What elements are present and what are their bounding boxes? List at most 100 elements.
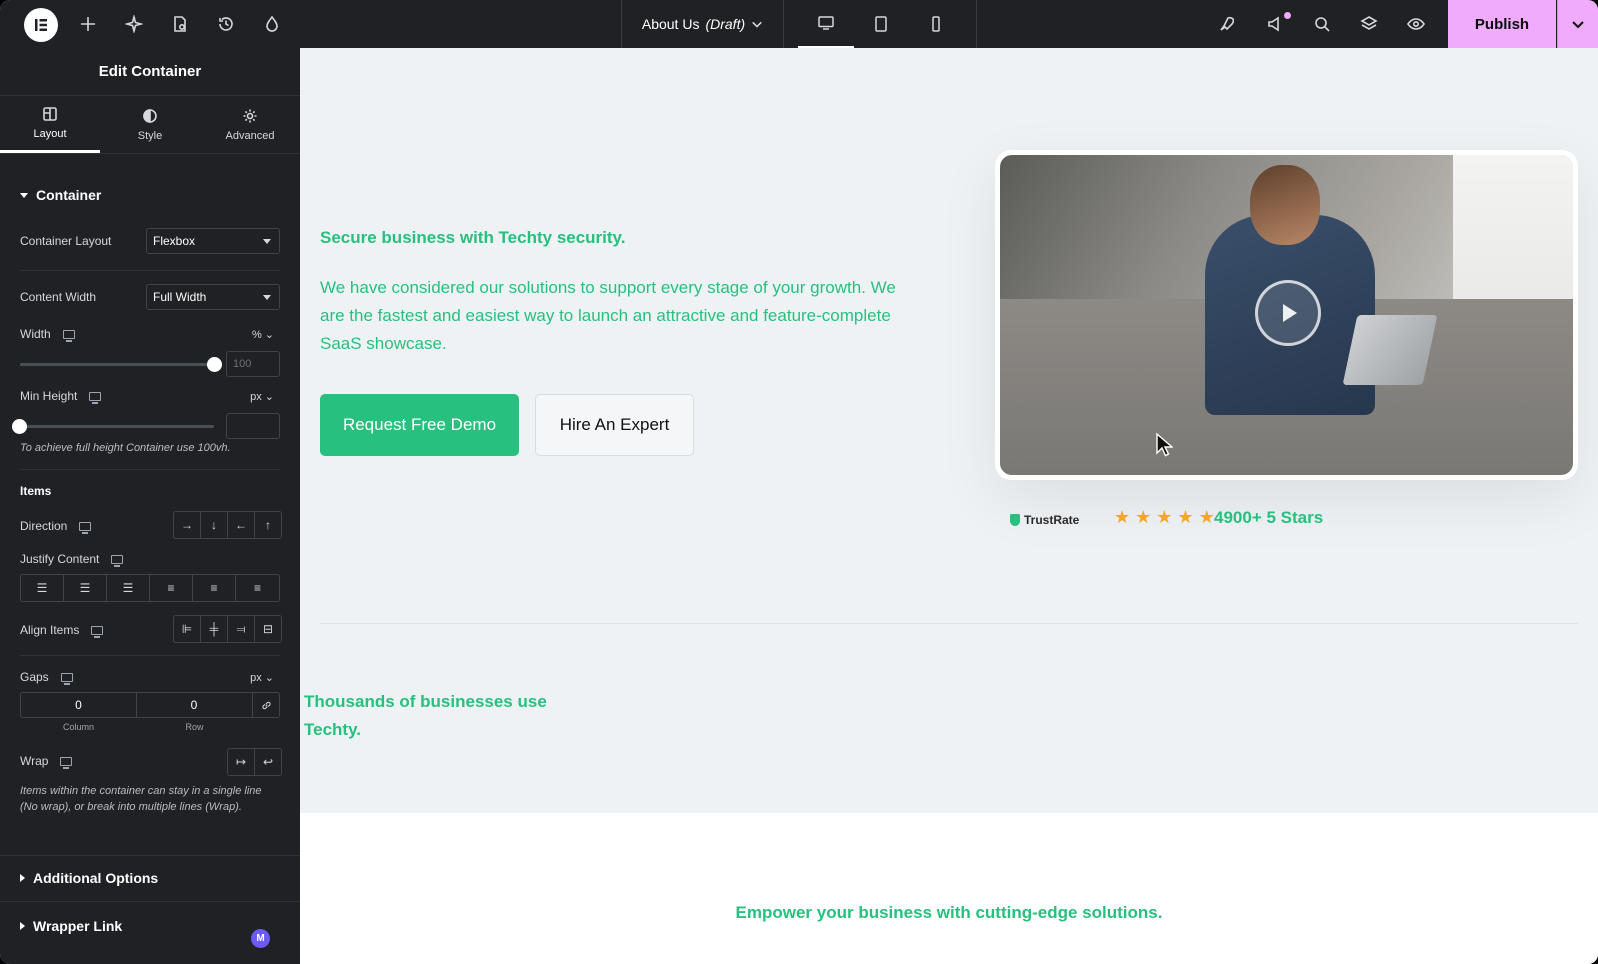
add-element-icon[interactable]	[76, 12, 100, 36]
edit-panel: Edit Container Layout Style Advanced Con…	[0, 48, 300, 964]
align-stretch-icon[interactable]: ⊟	[255, 616, 281, 642]
tab-style[interactable]: Style	[100, 96, 200, 153]
hire-expert-button[interactable]: Hire An Expert	[535, 394, 694, 456]
preview-eye-icon[interactable]	[1404, 12, 1428, 36]
width-slider-thumb[interactable]	[207, 357, 222, 372]
responsive-desktop-icon[interactable]	[79, 521, 92, 534]
tab-layout[interactable]: Layout	[0, 96, 100, 153]
content-width-value: Full Width	[153, 290, 207, 304]
additional-options-toggle[interactable]: Additional Options	[0, 870, 178, 886]
direction-row-reverse-icon[interactable]: ←	[228, 512, 255, 538]
min-height-hint: To achieve full height Container use 100…	[20, 442, 231, 454]
width-input[interactable]: 100	[226, 351, 280, 377]
min-height-slider-thumb[interactable]	[12, 419, 27, 434]
document-title-dropdown[interactable]: About Us (Draft)	[621, 0, 784, 48]
min-height-input[interactable]	[226, 413, 280, 439]
layers-structure-icon[interactable]	[1357, 12, 1381, 36]
tab-advanced[interactable]: Advanced	[200, 96, 300, 153]
wrap-button-group: ↦ ↩	[227, 748, 282, 776]
rating-text: 4900+ 5 Stars	[1214, 508, 1324, 527]
justify-start-icon[interactable]: ☰	[21, 575, 64, 601]
responsive-desktop-icon[interactable]	[62, 329, 75, 342]
caret-down-icon	[20, 192, 28, 198]
direction-column-icon[interactable]: ↓	[201, 512, 228, 538]
justify-space-evenly-icon[interactable]: ≡	[236, 575, 279, 601]
link-icon	[261, 701, 271, 709]
notification-dot	[1284, 12, 1291, 19]
content-width-select[interactable]: Full Width	[146, 284, 280, 310]
responsive-desktop-icon[interactable]	[60, 672, 73, 685]
gap-column-label: Column	[62, 722, 94, 732]
style-contrast-icon	[143, 108, 157, 123]
play-icon[interactable]	[1255, 280, 1321, 346]
publish-button[interactable]: Publish	[1448, 0, 1556, 48]
container-layout-label: Container Layout	[20, 234, 112, 248]
justify-space-around-icon[interactable]: ≡	[193, 575, 236, 601]
elementor-logo-icon[interactable]	[24, 8, 58, 42]
width-label: Width	[20, 327, 51, 341]
panel-title: Edit Container	[0, 48, 300, 96]
justify-center-icon[interactable]: ☰	[64, 575, 107, 601]
divider	[20, 270, 280, 271]
gaps-unit-select[interactable]: px ⌄	[250, 671, 274, 684]
wrapper-link-toggle[interactable]: Wrapper Link	[0, 918, 142, 934]
width-unit: %	[251, 329, 262, 341]
app-window: About Us (Draft) Publish Edit Container …	[0, 0, 1598, 964]
video-thumbnail[interactable]	[1000, 155, 1573, 475]
site-settings-icon[interactable]	[260, 12, 284, 36]
align-start-icon[interactable]: ⊫	[174, 616, 201, 642]
tablet-view-icon[interactable]	[853, 0, 909, 48]
min-height-unit-select[interactable]: px ⌄	[250, 390, 274, 403]
align-center-icon[interactable]: ╪	[201, 616, 228, 642]
gap-column-input[interactable]: 0	[20, 692, 137, 718]
ai-sparkle-icon[interactable]	[122, 12, 146, 36]
responsive-desktop-icon[interactable]	[60, 756, 73, 769]
select-caret-icon	[263, 295, 271, 300]
tab-advanced-label: Advanced	[225, 129, 275, 142]
divider	[0, 901, 300, 902]
search-icon[interactable]	[1310, 12, 1334, 36]
align-end-icon[interactable]: ⫤	[228, 616, 255, 642]
justify-space-between-icon[interactable]: ≡	[150, 575, 193, 601]
width-slider-track[interactable]	[20, 363, 214, 366]
justify-content-button-group: ☰ ☰ ☰ ≡ ≡ ≡	[20, 574, 280, 602]
min-height-row: Min Height	[20, 388, 280, 404]
responsive-desktop-icon[interactable]	[89, 391, 102, 404]
section-divider	[320, 623, 1578, 624]
star-icon: ★	[1177, 507, 1194, 527]
layout-icon	[43, 107, 57, 121]
panel-tabs: Layout Style Advanced	[0, 96, 300, 154]
request-demo-button[interactable]: Request Free Demo	[320, 394, 519, 456]
responsive-desktop-icon[interactable]	[91, 625, 104, 638]
launch-rocket-icon[interactable]	[1215, 12, 1239, 36]
width-unit-select[interactable]: % ⌄	[252, 328, 274, 341]
pro-badge-icon: M	[251, 929, 270, 948]
justify-end-icon[interactable]: ☰	[107, 575, 150, 601]
wrap-icon[interactable]: ↩	[255, 749, 281, 775]
shield-icon	[1010, 514, 1020, 526]
preview-canvas: Secure business with Techty security. We…	[300, 48, 1598, 964]
white-section	[300, 813, 1598, 964]
justify-content-label: Justify Content	[20, 552, 100, 566]
direction-column-reverse-icon[interactable]: ↑	[255, 512, 281, 538]
container-layout-select[interactable]: Flexbox	[146, 228, 280, 254]
section-container-toggle[interactable]: Container	[0, 187, 121, 203]
select-caret-icon	[263, 239, 271, 244]
responsive-desktop-icon[interactable]	[111, 554, 124, 567]
direction-label: Direction	[20, 519, 68, 533]
align-items-label: Align Items	[20, 623, 80, 637]
no-wrap-icon[interactable]: ↦	[228, 749, 255, 775]
device-separator	[976, 0, 977, 48]
min-height-label: Min Height	[20, 389, 78, 403]
gap-row-input[interactable]: 0	[136, 692, 253, 718]
page-settings-icon[interactable]	[168, 12, 192, 36]
history-icon[interactable]	[214, 12, 238, 36]
direction-row-icon[interactable]: →	[174, 512, 201, 538]
gap-link-icon[interactable]	[252, 692, 280, 718]
gaps-unit: px	[250, 672, 262, 684]
mobile-view-icon[interactable]	[908, 0, 964, 48]
min-height-slider-track[interactable]	[20, 425, 214, 428]
divider	[20, 469, 280, 470]
desktop-view-icon[interactable]	[798, 0, 854, 48]
publish-options-button[interactable]	[1557, 0, 1598, 48]
